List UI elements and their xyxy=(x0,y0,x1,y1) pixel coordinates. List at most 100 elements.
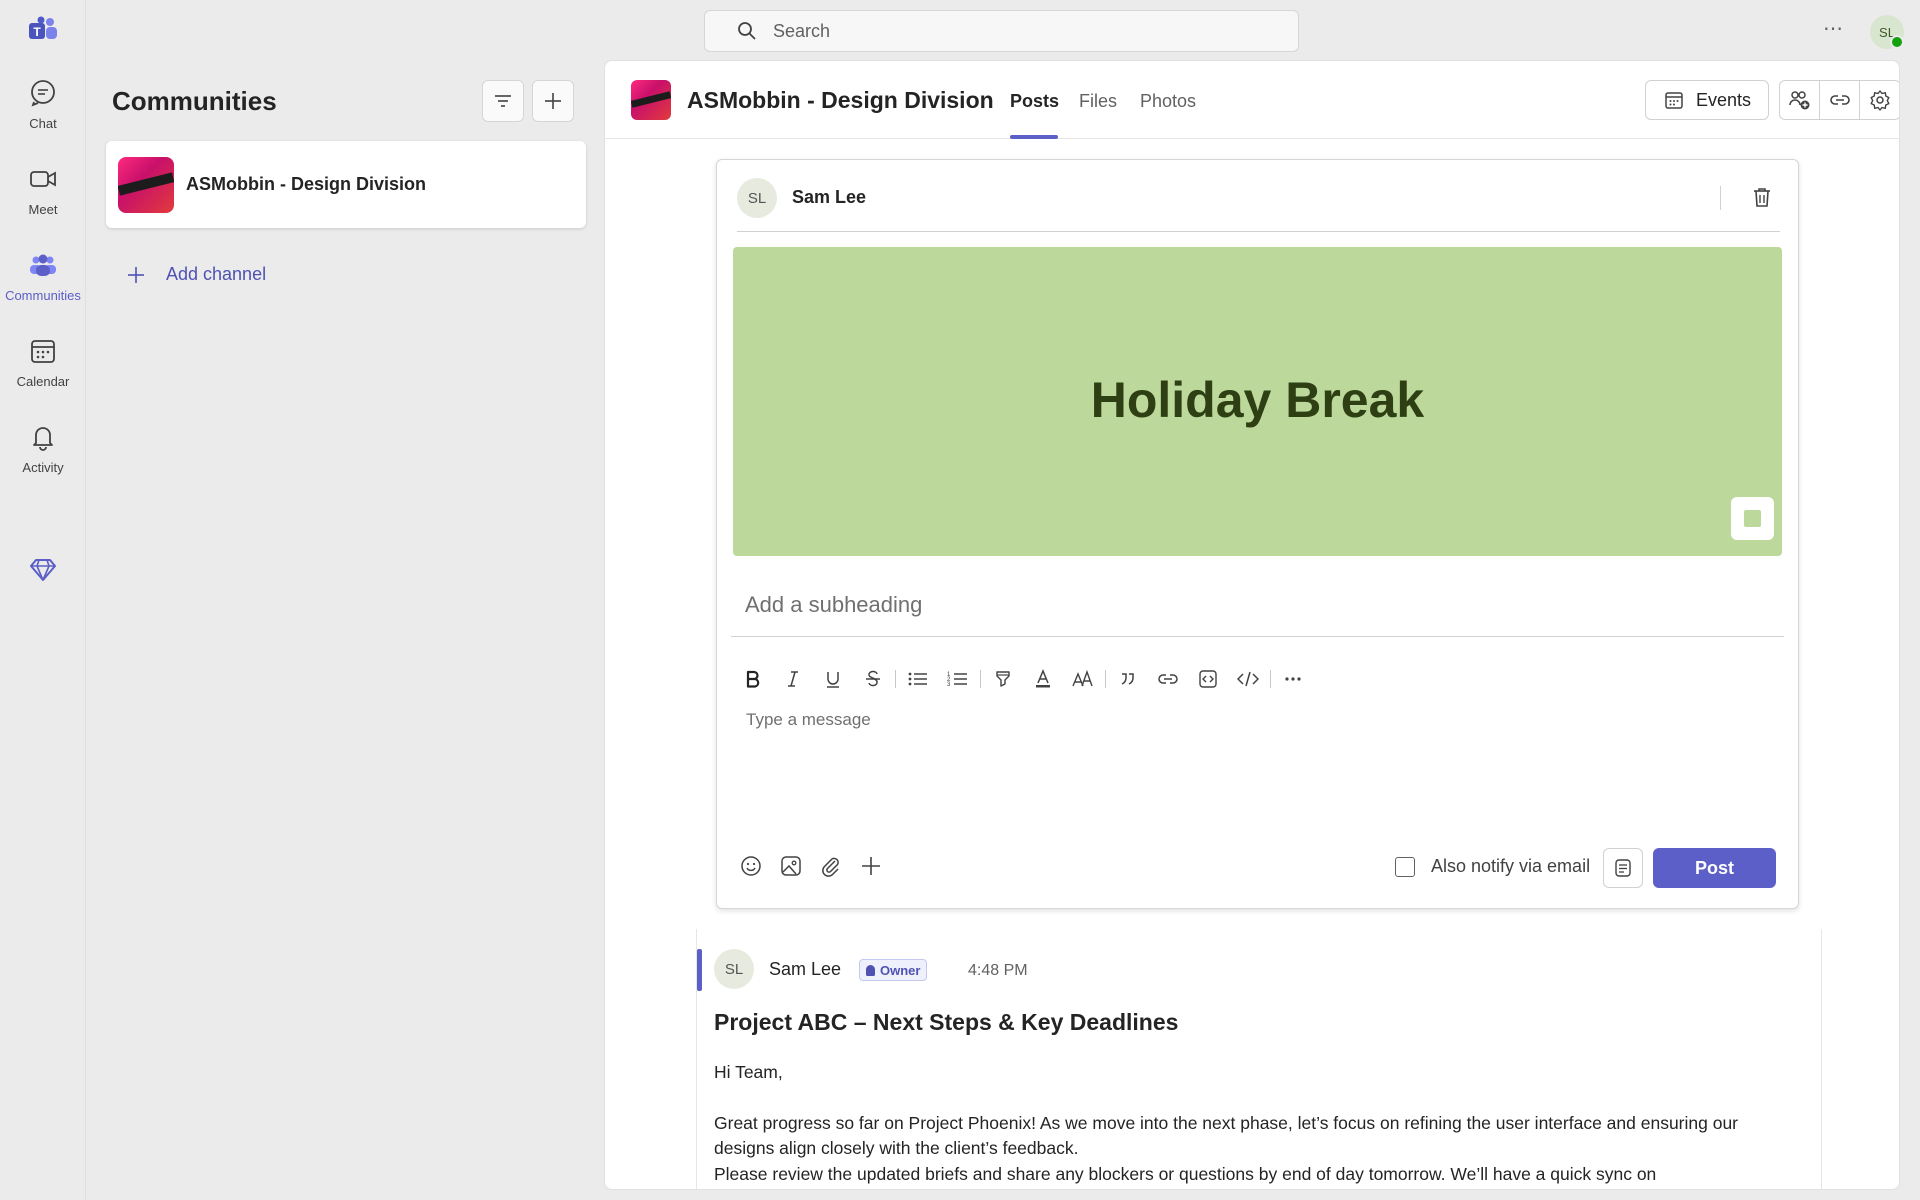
communities-panel: Communities ASMobbin - Design Division A… xyxy=(86,60,598,1200)
numbered-list-icon: 123 xyxy=(947,672,967,688)
events-button[interactable]: Events xyxy=(1645,80,1769,120)
presence-available-icon xyxy=(1890,35,1904,49)
underline-icon xyxy=(827,672,839,688)
divider xyxy=(737,231,1780,232)
search-bar[interactable]: Search xyxy=(704,10,1299,52)
color-swatch-icon xyxy=(1744,510,1761,527)
add-channel-label: Add channel xyxy=(166,264,267,284)
composer-author: Sam Lee xyxy=(792,187,867,207)
code-icon xyxy=(1237,671,1259,687)
bulleted-list-button[interactable] xyxy=(898,661,938,697)
post-options-button[interactable] xyxy=(1603,848,1643,888)
post-greeting: Hi Team, xyxy=(714,1062,783,1082)
format-toolbar: 123 xyxy=(733,661,1313,697)
notify-email-checkbox[interactable]: Also notify via email xyxy=(1395,856,1590,877)
rail-item-calendar[interactable]: Calendar xyxy=(0,336,86,408)
divider xyxy=(731,636,1784,637)
plus-icon xyxy=(128,266,144,283)
rail-label: Calendar xyxy=(16,374,70,389)
community-item[interactable]: ASMobbin - Design Division xyxy=(106,141,586,228)
active-tab-indicator xyxy=(1010,135,1058,139)
rail-item-activity[interactable]: Activity xyxy=(0,422,86,494)
message-input[interactable]: Type a message xyxy=(746,710,871,730)
toolbar-separator xyxy=(1270,670,1271,688)
communities-icon xyxy=(28,250,58,280)
channel-thumbnail xyxy=(631,80,671,120)
channel-title: ASMobbin - Design Division xyxy=(687,87,994,113)
owner-icon xyxy=(866,964,875,976)
svg-text:T: T xyxy=(33,25,41,39)
post-accent-bar xyxy=(697,949,702,991)
rail-item-communities[interactable]: Communities xyxy=(0,250,86,322)
post-author[interactable]: Sam Lee xyxy=(769,959,841,980)
settings-button[interactable] xyxy=(1860,81,1899,119)
search-icon xyxy=(738,22,756,40)
filter-button[interactable] xyxy=(482,80,524,122)
premium-diamond-icon[interactable] xyxy=(28,554,58,584)
rail-item-meet[interactable]: Meet xyxy=(0,164,86,236)
add-member-button[interactable] xyxy=(1780,81,1820,119)
panel-title: Communities xyxy=(112,86,277,116)
post-paragraph: Great progress so far on Project Phoenix… xyxy=(714,1112,1739,1159)
tab-posts[interactable]: Posts xyxy=(1010,91,1059,112)
discard-button[interactable] xyxy=(1747,182,1777,212)
compose-options-icon xyxy=(1615,859,1631,877)
more-formatting-button[interactable] xyxy=(1273,661,1313,697)
font-size-button[interactable] xyxy=(1063,661,1103,697)
code-snippet-button[interactable] xyxy=(1188,661,1228,697)
quote-icon xyxy=(1121,673,1134,685)
events-label: Events xyxy=(1696,89,1752,110)
add-channel-button[interactable]: Add channel xyxy=(126,264,266,285)
paperclip-icon xyxy=(822,857,839,877)
avatar[interactable]: SL xyxy=(714,949,754,989)
add-actions-button[interactable] xyxy=(853,848,889,884)
emoji-icon xyxy=(741,856,761,876)
plus-icon xyxy=(545,93,561,109)
add-community-button[interactable] xyxy=(532,80,574,122)
announcement-banner[interactable]: Holiday Break xyxy=(733,247,1782,556)
rail-item-chat[interactable]: Chat xyxy=(0,78,86,150)
app-rail: T Chat Meet Communities Calendar Activit… xyxy=(0,0,86,1200)
checkbox-icon[interactable] xyxy=(1395,856,1415,877)
community-name: ASMobbin - Design Division xyxy=(186,174,427,194)
search-input[interactable]: Search xyxy=(773,21,830,42)
subheading-input[interactable]: Add a subheading xyxy=(745,592,922,618)
copy-link-button[interactable] xyxy=(1820,81,1860,119)
owner-badge: Owner xyxy=(859,959,928,981)
teams-logo-icon[interactable]: T xyxy=(28,16,58,44)
italic-button[interactable] xyxy=(773,661,813,697)
font-color-button[interactable] xyxy=(1023,661,1063,697)
highlighter-icon xyxy=(996,671,1010,687)
banner-color-button[interactable] xyxy=(1731,497,1774,540)
post-timestamp: 4:48 PM xyxy=(968,962,1028,979)
emoji-button[interactable] xyxy=(733,848,769,884)
insert-image-button[interactable] xyxy=(773,848,809,884)
code-button[interactable] xyxy=(1228,661,1268,697)
quote-button[interactable] xyxy=(1108,661,1148,697)
insert-link-button[interactable] xyxy=(1148,661,1188,697)
numbered-list-button[interactable]: 123 xyxy=(938,661,978,697)
more-options-icon[interactable]: ⋯ xyxy=(1816,16,1850,44)
strikethrough-button[interactable] xyxy=(853,661,893,697)
bold-button[interactable] xyxy=(733,661,773,697)
highlight-button[interactable] xyxy=(983,661,1023,697)
rail-label: Chat xyxy=(29,116,57,131)
calendar-icon xyxy=(28,336,58,366)
plus-icon xyxy=(862,857,880,875)
underline-button[interactable] xyxy=(813,661,853,697)
tab-photos[interactable]: Photos xyxy=(1140,91,1196,112)
add-person-icon xyxy=(1788,91,1809,110)
tab-files[interactable]: Files xyxy=(1079,91,1117,112)
gear-icon xyxy=(1870,90,1890,111)
divider xyxy=(1720,186,1721,210)
post-title: Project ABC – Next Steps & Key Deadlines xyxy=(714,1009,1179,1035)
post-button[interactable]: Post xyxy=(1653,848,1776,888)
link-icon xyxy=(1158,674,1178,684)
banner-title[interactable]: Holiday Break xyxy=(733,371,1782,429)
bullet-list-icon xyxy=(908,672,927,686)
attach-file-button[interactable] xyxy=(813,848,849,884)
link-icon xyxy=(1829,95,1850,105)
badge-label: Owner xyxy=(880,962,921,978)
trash-icon xyxy=(1754,188,1770,207)
post-body: Hi Team, Great progress so far on Projec… xyxy=(714,1060,1774,1187)
